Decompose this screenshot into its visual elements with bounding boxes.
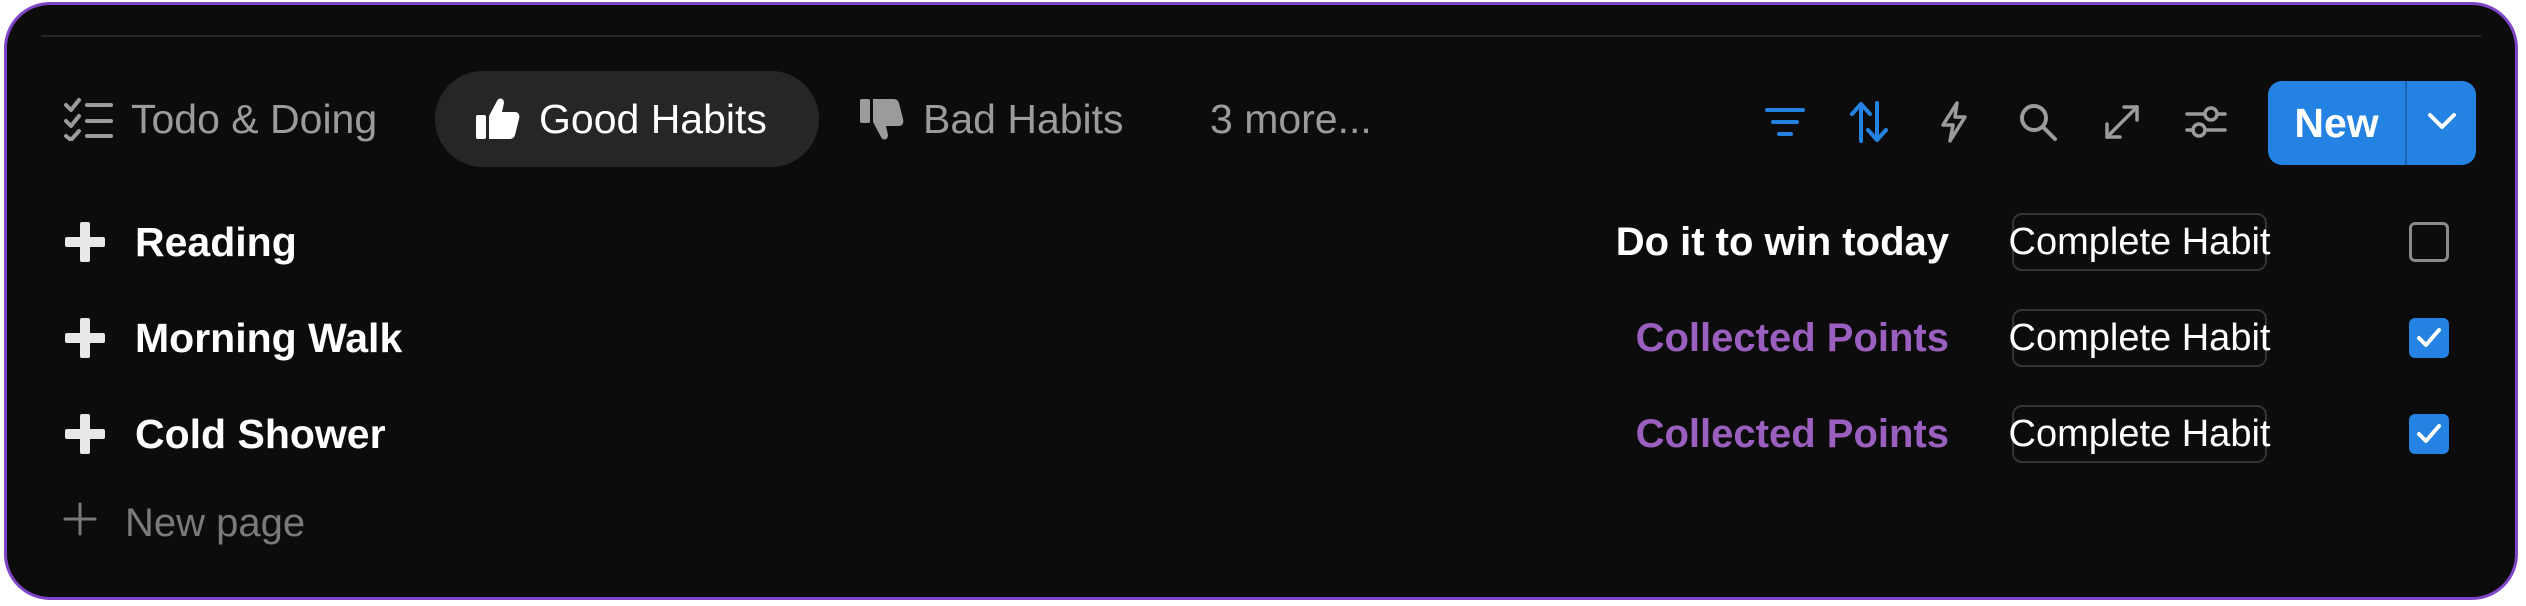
tab-todo-doing[interactable]: Todo & Doing	[25, 71, 415, 167]
row-title[interactable]: Cold Shower	[135, 409, 386, 459]
new-page-button[interactable]: New page	[63, 501, 305, 546]
habits-database-view: Todo & Doing Good Habits Bad Habits 3 mo…	[4, 2, 2518, 600]
row-status: Collected Points	[1635, 316, 1949, 360]
tab-bad-habits[interactable]: Bad Habits	[819, 71, 1162, 167]
complete-habit-button[interactable]: Complete Habit	[2009, 213, 2270, 271]
checkmark-icon	[2417, 424, 2441, 443]
row-status: Collected Points	[1635, 412, 1949, 456]
expand-icon[interactable]	[2099, 99, 2145, 145]
habit-checkbox[interactable]	[2409, 222, 2449, 262]
lightning-icon[interactable]	[1931, 99, 1977, 145]
tab-label: Good Habits	[539, 95, 767, 142]
settings-sliders-icon[interactable]	[2183, 99, 2229, 145]
chevron-down-icon	[2426, 111, 2458, 136]
thumbs-down-icon	[857, 95, 905, 143]
new-page-label: New page	[125, 501, 306, 545]
top-divider	[41, 35, 2481, 37]
new-dropdown-button[interactable]	[2407, 81, 2476, 165]
tab-more[interactable]: 3 more...	[1172, 71, 1410, 167]
plus-icon[interactable]	[63, 220, 107, 264]
sort-icon[interactable]	[1846, 99, 1892, 145]
new-button[interactable]: New	[2268, 81, 2405, 165]
tab-label: Bad Habits	[923, 95, 1124, 142]
checkmark-icon	[2417, 328, 2441, 347]
tab-good-habits[interactable]: Good Habits	[435, 71, 819, 167]
checklist-icon	[63, 97, 113, 141]
tab-label: Todo & Doing	[131, 95, 378, 142]
filter-icon[interactable]	[1762, 99, 1808, 145]
new-button-group: New	[2268, 81, 2476, 165]
habit-checkbox[interactable]	[2409, 414, 2449, 454]
plus-icon[interactable]	[63, 412, 107, 456]
habit-checkbox[interactable]	[2409, 318, 2449, 358]
row-status: Do it to win today	[1615, 220, 1949, 264]
complete-habit-button[interactable]: Complete Habit	[2009, 405, 2270, 463]
complete-habit-button[interactable]: Complete Habit	[2009, 309, 2270, 367]
row-title[interactable]: Reading	[135, 217, 297, 267]
search-icon[interactable]	[2015, 99, 2061, 145]
plus-icon[interactable]	[63, 316, 107, 360]
row-title[interactable]: Morning Walk	[135, 313, 402, 363]
tab-label: 3 more...	[1210, 95, 1372, 142]
thumbs-up-icon	[473, 95, 521, 143]
plus-icon	[63, 501, 97, 546]
